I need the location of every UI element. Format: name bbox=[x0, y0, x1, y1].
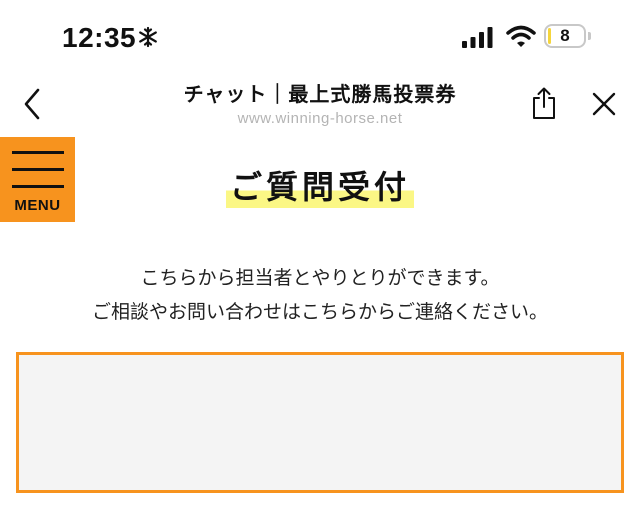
close-button[interactable] bbox=[590, 90, 618, 118]
battery-cap bbox=[588, 32, 591, 40]
share-button[interactable] bbox=[530, 86, 558, 120]
page-url: www.winning-horse.net bbox=[237, 110, 403, 127]
chat-box[interactable] bbox=[16, 352, 624, 493]
cellular-signal-icon bbox=[462, 27, 493, 48]
status-time: 12:35 bbox=[62, 22, 137, 53]
snowflake-icon bbox=[139, 26, 157, 48]
intro-line-2: ご相談やお問い合わせはこちらからご連絡ください。 bbox=[91, 301, 548, 323]
battery-icon: 8 bbox=[544, 24, 586, 48]
intro-text: こちらから担当者とやりとりができます。 ご相談やお問い合わせはこちらからご連絡く… bbox=[0, 261, 640, 329]
hamburger-line bbox=[12, 151, 64, 154]
intro-line-1: こちらから担当者とやりとりができます。 bbox=[140, 267, 500, 289]
wifi-icon bbox=[506, 25, 536, 47]
page-title-bar: チャット｜最上式勝馬投票券 bbox=[183, 82, 457, 106]
page-title: ご質問受付 bbox=[225, 162, 414, 208]
page-heading: ご質問受付 bbox=[0, 162, 640, 208]
chevron-left-icon bbox=[24, 88, 40, 120]
status-bar: 12:35 8 bbox=[0, 0, 640, 70]
close-icon bbox=[592, 92, 616, 116]
back-button[interactable] bbox=[18, 86, 46, 122]
battery-level: 8 bbox=[560, 26, 570, 45]
phone-screen: 12:35 8 チャット｜最上式勝馬投票券 www.winning-horse.… bbox=[0, 0, 640, 505]
share-icon bbox=[533, 87, 555, 119]
